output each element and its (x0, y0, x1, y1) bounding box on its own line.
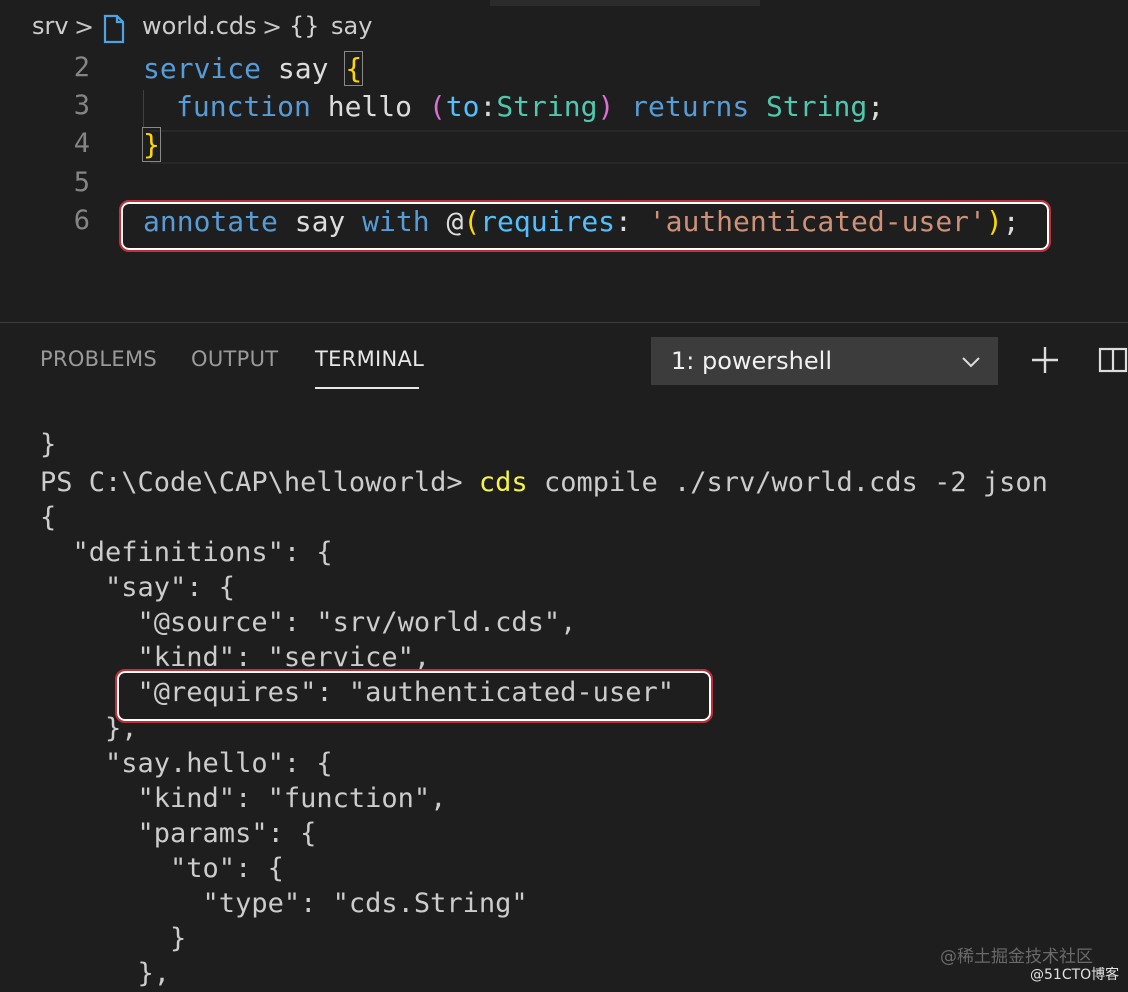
terminal-line: { (40, 502, 57, 533)
breadcrumb-file[interactable]: world.cds (142, 12, 257, 40)
terminal-line: } (40, 429, 57, 460)
terminal-line: "params": { (40, 818, 317, 849)
requires-highlight-box (115, 669, 713, 723)
terminal-line: "say.hello": { (40, 748, 333, 779)
terminal-line: "@source": "srv/world.cds", (40, 607, 577, 638)
file-icon (103, 14, 125, 44)
breadcrumb: srv > world.cds > {} say (0, 0, 1128, 52)
line-number: 3 (73, 90, 90, 121)
terminal-line: }, (40, 958, 171, 989)
line-number: 2 (73, 52, 90, 83)
breadcrumb-symbol[interactable]: say (331, 12, 372, 40)
terminal-line: } (40, 923, 187, 954)
code-editor[interactable]: 2 service say { 3 function hello (to:Str… (0, 51, 1128, 322)
line-number: 4 (73, 128, 90, 159)
terminal-line: "kind": "function", (40, 783, 447, 814)
terminal-line: "say": { (40, 572, 236, 603)
tab-strip-edge (490, 0, 760, 6)
terminal-line: "type": "cds.String" (40, 888, 528, 919)
braces-icon: {} (289, 12, 320, 40)
terminal-line: "to": { (40, 853, 284, 884)
bottom-panel: PROBLEMS OUTPUT TERMINAL 1: powershell }… (0, 322, 1128, 992)
chevron-right-icon: > (262, 13, 283, 41)
code-line: 3 function hello (to:String) returns Str… (0, 90, 1128, 128)
terminal-line: "definitions": { (40, 537, 333, 568)
terminal-args: compile ./srv/world.cds -2 json (527, 467, 1048, 498)
breadcrumb-folder[interactable]: srv (32, 12, 69, 40)
code-line: 2 service say { (0, 51, 1128, 90)
line-number: 5 (73, 167, 90, 198)
line-number: 6 (73, 205, 90, 236)
annotation-highlight-box (119, 200, 1051, 252)
chevron-right-icon: > (74, 13, 95, 41)
watermark-51cto: @51CTO博客 (1030, 967, 1120, 983)
code-line: 4 } (0, 127, 1128, 166)
terminal-command: cds (478, 467, 528, 498)
terminal-output[interactable]: } PS C:\Code\CAP\helloworld> cds compile… (0, 323, 1128, 992)
terminal-prompt: PS C:\Code\CAP\helloworld> (40, 467, 479, 498)
terminal-command-line: PS C:\Code\CAP\helloworld> cds compile .… (40, 467, 1048, 501)
